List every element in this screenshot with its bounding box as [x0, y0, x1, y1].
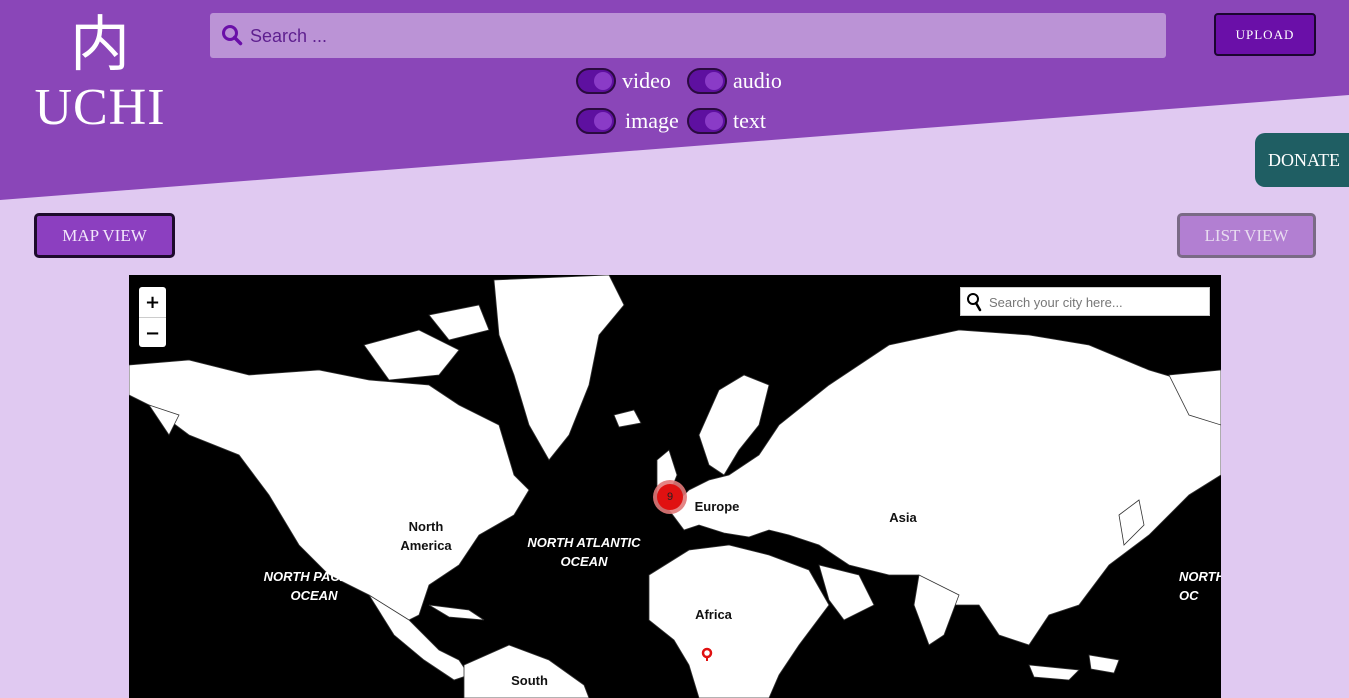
label-europe: Europe: [694, 499, 740, 514]
logo-glyph: 内: [70, 10, 130, 80]
cluster-count: 9: [657, 484, 683, 510]
donate-button[interactable]: DONATE: [1255, 133, 1349, 187]
filter-toggle-image[interactable]: image: [576, 108, 679, 134]
marker-cluster[interactable]: 9: [653, 480, 687, 514]
label-north-pacific-west: NORTH PACIFIC OCEAN: [263, 569, 365, 603]
label-north-pacific-east: NORTH OC: [1179, 569, 1221, 603]
label-asia: Asia: [889, 510, 917, 525]
map-city-search[interactable]: [960, 287, 1210, 317]
zoom-in-button[interactable]: +: [139, 287, 166, 318]
search-bar[interactable]: [210, 13, 1166, 60]
zoom-out-button[interactable]: −: [139, 318, 166, 348]
uchi-logo[interactable]: 内 UCHI: [20, 10, 180, 145]
filter-label-image: image: [625, 108, 679, 133]
city-search-input[interactable]: [987, 288, 1206, 317]
filter-toggle-text[interactable]: text: [687, 108, 766, 134]
filter-toggle-audio[interactable]: audio: [687, 68, 782, 94]
upload-button[interactable]: UPLOAD: [1214, 13, 1316, 56]
filter-label-audio: audio: [733, 68, 782, 93]
label-africa: Africa: [695, 607, 732, 622]
label-north-atlantic: NORTH ATLANTIC OCEAN: [527, 535, 641, 569]
filter-toggle-video[interactable]: video: [576, 68, 671, 94]
list-view-button[interactable]: LIST VIEW: [1177, 213, 1316, 258]
search-input[interactable]: [248, 13, 1152, 60]
search-icon: [222, 25, 243, 46]
map-view-button[interactable]: MAP VIEW: [34, 213, 175, 258]
filter-label-text: text: [733, 108, 766, 133]
toggle-switch[interactable]: [687, 68, 727, 94]
toggle-switch[interactable]: [576, 68, 616, 94]
zoom-control[interactable]: + −: [139, 287, 166, 347]
filter-label-video: video: [622, 68, 671, 93]
toggle-switch[interactable]: [576, 108, 616, 134]
toggle-switch[interactable]: [687, 108, 727, 134]
location-pin-icon[interactable]: [701, 647, 713, 661]
world-map[interactable]: + − North America NORTH ATLANTIC OCEAN N…: [129, 275, 1221, 698]
label-south-america: South: [511, 673, 548, 688]
label-north-america: North America: [400, 519, 452, 553]
magnifier-icon: [967, 293, 982, 312]
logo-text: UCHI: [34, 79, 166, 136]
